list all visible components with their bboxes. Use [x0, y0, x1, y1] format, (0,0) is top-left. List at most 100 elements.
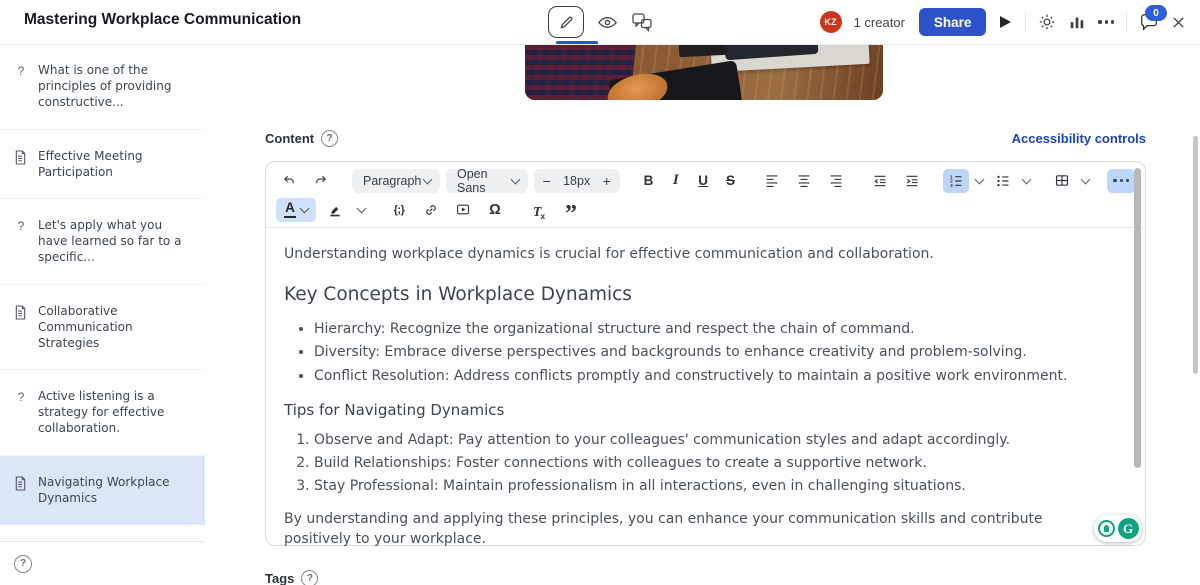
- tags-help-icon[interactable]: ?: [301, 570, 318, 585]
- heading: Tips for Navigating Dynamics: [284, 400, 1101, 422]
- analytics-chart-icon[interactable]: [1068, 13, 1086, 31]
- align-right-button[interactable]: [823, 169, 849, 193]
- grammarly-logo-icon[interactable]: G: [1118, 518, 1139, 539]
- course-editor-window: Mastering Workplace Communication KZ 1 c…: [0, 0, 1200, 585]
- chevron-down-icon: [974, 174, 984, 184]
- sidebar-item[interactable]: ? What is one of the principles of provid…: [0, 44, 205, 130]
- link-button[interactable]: [418, 198, 444, 222]
- text-color-button[interactable]: A: [276, 198, 316, 222]
- sidebar-item-label: What is one of the principles of providi…: [38, 62, 191, 111]
- sidebar-item[interactable]: Collaborative Communication Strategies: [0, 285, 205, 371]
- question-icon: ?: [14, 64, 28, 78]
- clear-formatting-button[interactable]: Tx: [526, 198, 552, 222]
- content-header-row: Content ? Accessibility controls: [265, 130, 1146, 147]
- chevron-down-icon: [1021, 174, 1031, 184]
- settings-gear-icon[interactable]: [1038, 13, 1056, 31]
- sidebar-help-row: ?: [0, 541, 205, 585]
- undo-button[interactable]: [276, 169, 302, 193]
- editor-toolbar: Paragraph Open Sans − 18px + B I U S: [266, 162, 1145, 228]
- comments-button[interactable]: 0: [1139, 12, 1159, 32]
- pencil-icon: [558, 14, 575, 31]
- editor-scrollbar-thumb[interactable]: [1134, 168, 1141, 468]
- preview-eye-icon[interactable]: [597, 12, 618, 33]
- sidebar-item[interactable]: ?Active listening is a strategy for effe…: [0, 370, 205, 456]
- align-left-button[interactable]: [759, 169, 785, 193]
- font-size-decrease-button[interactable]: −: [536, 172, 558, 190]
- tags-field-label: Tags ?: [265, 570, 318, 585]
- highlight-color-button[interactable]: [322, 198, 348, 222]
- main-panel: Content ? Accessibility controls Paragra…: [205, 44, 1200, 585]
- toolbar-row-1: Paragraph Open Sans − 18px + B I U S: [276, 166, 1135, 195]
- blockquote-button[interactable]: ”: [558, 203, 584, 227]
- avatar[interactable]: KZ: [820, 11, 842, 33]
- align-center-button[interactable]: [791, 169, 817, 193]
- course-title[interactable]: Mastering Workplace Communication: [24, 11, 301, 29]
- paragraph-style-select[interactable]: Paragraph: [352, 169, 440, 193]
- paragraph: By understanding and applying these prin…: [284, 509, 1101, 546]
- accessibility-controls-link[interactable]: Accessibility controls: [1012, 131, 1146, 146]
- sidebar-item-label: Effective Meeting Participation: [38, 148, 191, 180]
- list-item: Hierarchy: Recognize the organizational …: [314, 319, 1101, 339]
- list-item: Observe and Adapt: Pay attention to your…: [314, 430, 1101, 450]
- editor-content[interactable]: Understanding workplace dynamics is cruc…: [266, 228, 1145, 546]
- sidebar-item-label: Collaborative Communication Strategies: [38, 303, 191, 352]
- numbered-list: Observe and Adapt: Pay attention to your…: [284, 430, 1101, 497]
- lesson-list: ? What is one of the principles of provid…: [0, 44, 205, 541]
- list-item: Stay Professional: Maintain professional…: [314, 476, 1101, 496]
- edit-mode-button[interactable]: [548, 6, 584, 38]
- close-icon[interactable]: [1171, 15, 1186, 30]
- divider: [1126, 11, 1127, 33]
- sidebar-item-label: Navigating Workplace Dynamics: [38, 474, 191, 506]
- table-button[interactable]: [1049, 169, 1075, 193]
- bullet-list-menu[interactable]: [1022, 179, 1031, 183]
- content-field-label: Content ?: [265, 130, 338, 147]
- list-item: Diversity: Embrace diverse perspectives …: [314, 342, 1101, 362]
- help-icon[interactable]: ?: [14, 555, 32, 573]
- chevron-down-icon: [299, 203, 309, 213]
- table-menu[interactable]: [1081, 179, 1090, 183]
- bold-button[interactable]: B: [638, 169, 660, 193]
- embed-video-button[interactable]: [450, 198, 476, 222]
- play-icon[interactable]: [1000, 16, 1011, 28]
- question-icon: ?: [14, 219, 28, 233]
- font-family-select[interactable]: Open Sans: [446, 169, 528, 193]
- tags-label-text: Tags: [265, 571, 294, 585]
- more-options-icon[interactable]: [1098, 20, 1114, 23]
- chevron-down-icon: [356, 203, 366, 213]
- sidebar-item[interactable]: ? Let's apply what you have learned so fa…: [0, 199, 205, 285]
- numbered-list-button[interactable]: 123: [943, 169, 969, 193]
- page-scrollbar-thumb[interactable]: [1193, 136, 1198, 374]
- code-button[interactable]: {;}: [386, 198, 412, 222]
- numbered-list-menu[interactable]: [975, 179, 984, 183]
- grammarly-suggestion-icon[interactable]: [1098, 520, 1115, 537]
- sidebar-item-label: Let's apply what you have learned so far…: [38, 217, 191, 266]
- sidebar-item[interactable]: Effective Meeting Participation: [0, 130, 205, 199]
- highlight-color-menu[interactable]: [354, 208, 368, 212]
- chevron-down-icon: [1080, 174, 1090, 184]
- indent-button[interactable]: [899, 169, 925, 193]
- list-item: Build Relationships: Foster connections …: [314, 453, 1101, 473]
- page-icon: [14, 305, 28, 320]
- chevron-down-icon: [510, 174, 520, 184]
- italic-button[interactable]: I: [665, 169, 686, 193]
- divider: [1025, 11, 1026, 33]
- outdent-button[interactable]: [867, 169, 893, 193]
- sidebar-item[interactable]: Navigating Workplace Dynamics: [0, 456, 205, 525]
- grammarly-widget: G: [1094, 515, 1142, 542]
- redo-button[interactable]: [308, 169, 334, 193]
- ellipsis-icon: [1113, 179, 1129, 182]
- content-help-icon[interactable]: ?: [321, 130, 338, 147]
- toolbar-more-button[interactable]: [1107, 169, 1135, 193]
- translate-icon[interactable]: [631, 11, 653, 33]
- special-characters-button[interactable]: Ω: [482, 198, 508, 222]
- toolbar-row-2: A {;} Ω Tx ”: [276, 195, 1135, 224]
- sidebar-item[interactable]: ?Which of the following are key concepts…: [0, 525, 205, 541]
- list-item: Conflict Resolution: Address conflicts p…: [314, 366, 1101, 386]
- strikethrough-button[interactable]: S: [720, 169, 741, 193]
- question-icon: ?: [14, 390, 28, 404]
- heading: Key Concepts in Workplace Dynamics: [284, 282, 1101, 309]
- font-size-increase-button[interactable]: +: [596, 172, 618, 190]
- bullet-list-button[interactable]: [990, 169, 1016, 193]
- share-button[interactable]: Share: [919, 8, 987, 36]
- underline-button[interactable]: U: [692, 169, 714, 193]
